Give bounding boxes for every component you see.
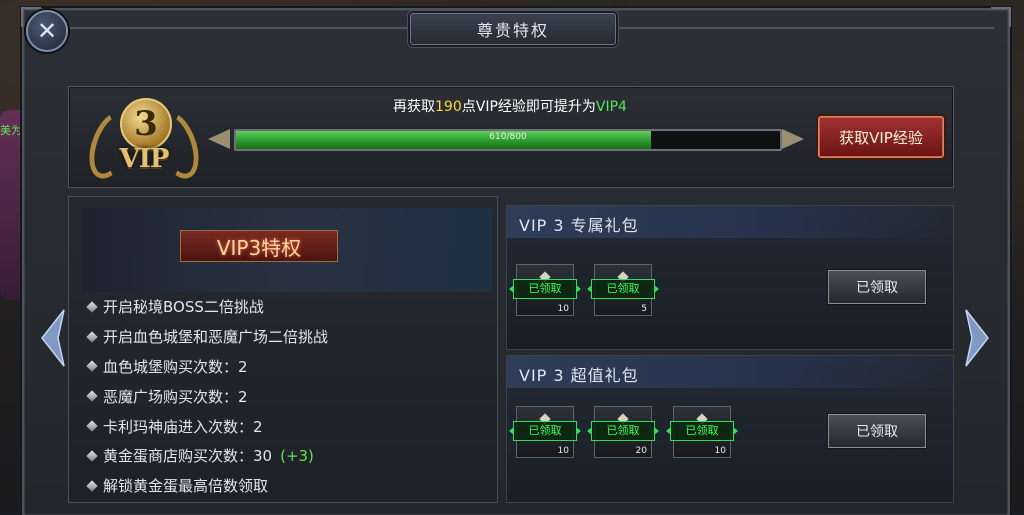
item-claimed-tag: 已领取 <box>587 421 659 441</box>
panel-corner-ornament <box>991 7 1011 27</box>
privilege-item: 恶魔广场购买次数：2 <box>86 381 488 411</box>
vip-badge-word: VIP <box>119 144 170 174</box>
title-divider-left <box>70 27 410 29</box>
diamond-bullet-icon <box>86 301 98 313</box>
privilege-item: 血色城堡购买次数：2 <box>86 352 488 382</box>
privilege-text: 解锁黄金蛋最高倍数领取 <box>103 477 269 496</box>
item-count: 20 <box>635 446 647 456</box>
gift-item-slot[interactable]: 已领取 10 <box>509 406 581 458</box>
item-count: 10 <box>557 304 569 314</box>
title-divider-right <box>614 27 994 29</box>
privilege-text: 黄金蛋商店购买次数：30 <box>103 447 273 466</box>
progress-arrow-right-icon <box>778 126 804 152</box>
diamond-bullet-icon <box>86 331 98 343</box>
vip-level-number: 3 <box>120 98 172 150</box>
progress-track: 610/800 <box>234 129 782 151</box>
privilege-item: 黄金蛋商店购买次数：30 (+3) <box>86 441 488 471</box>
value-gift-claimed-button[interactable]: 已领取 <box>828 414 926 448</box>
item-count: 5 <box>641 304 647 314</box>
chevron-left-icon <box>41 309 65 367</box>
upgrade-middle: 点VIP经验即可提升为 <box>461 99 596 115</box>
get-vip-exp-button[interactable]: 获取VIP经验 <box>818 116 944 158</box>
item-claimed-tag: 已领取 <box>509 279 581 299</box>
privileges-list: 开启秘境BOSS二倍挑战开启血色城堡和恶魔广场二倍挑战 血色城堡购买次数：2 恶魔广… <box>86 292 488 501</box>
diamond-bullet-icon <box>86 420 98 432</box>
item-count: 10 <box>714 446 726 456</box>
progress-arrow-left-icon <box>208 126 234 152</box>
exclusive-gift-claimed-button[interactable]: 已领取 <box>828 270 926 304</box>
privilege-text: 血色城堡购买次数：2 <box>103 357 248 376</box>
privilege-text: 卡利玛神庙进入次数：2 <box>103 417 263 436</box>
next-page-button[interactable] <box>962 308 992 368</box>
item-claimed-tag: 已领取 <box>587 279 659 299</box>
gift-item-slot[interactable]: 已领取 10 <box>509 264 581 316</box>
diamond-bullet-icon <box>86 390 98 402</box>
upgrade-next-level: VIP4 <box>595 99 627 115</box>
diamond-bullet-icon <box>86 360 98 373</box>
gift-title: VIP 3 超值礼包 <box>519 366 639 385</box>
gift-title: VIP 3 专属礼包 <box>519 216 639 235</box>
prev-page-button[interactable] <box>38 308 68 368</box>
vip-level-badge: 3 VIP <box>81 96 207 185</box>
item-claimed-tag: 已领取 <box>666 421 738 441</box>
privilege-item: 卡利玛神庙进入次数：2 <box>86 411 488 441</box>
privilege-text: 开启秘境BOSS二倍挑战 <box>103 298 264 317</box>
item-count: 10 <box>557 446 569 456</box>
background-player-name: 美为 <box>0 124 22 137</box>
upgrade-hint: 再获取190点VIP经验即可提升为VIP4 <box>360 96 660 116</box>
privilege-item: 开启秘境BOSS二倍挑战 <box>86 292 488 322</box>
chevron-right-icon <box>965 309 989 367</box>
window-title: 尊贵特权 <box>410 13 616 45</box>
progress-label: 610/800 <box>489 132 527 142</box>
upgrade-points: 190 <box>435 99 462 115</box>
upgrade-prefix: 再获取 <box>393 99 436 115</box>
vip-progress-bar: 610/800 <box>208 124 804 154</box>
diamond-bullet-icon <box>86 450 98 462</box>
item-claimed-tag: 已领取 <box>509 421 581 441</box>
close-button[interactable]: ✕ <box>26 10 68 52</box>
gift-item-slot[interactable]: 已领取 5 <box>587 264 659 316</box>
gift-item-slot[interactable]: 已领取 10 <box>666 406 738 458</box>
privilege-item: 开启血色城堡和恶魔广场二倍挑战 <box>86 322 488 352</box>
diamond-bullet-icon <box>86 480 98 492</box>
close-icon: ✕ <box>36 17 58 45</box>
privilege-bonus: (+3) <box>280 446 314 465</box>
privilege-text: 开启血色城堡和恶魔广场二倍挑战 <box>103 328 329 347</box>
gift-item-slot[interactable]: 已领取 20 <box>587 406 659 458</box>
privileges-title: VIP3特权 <box>180 230 338 262</box>
privilege-text: 恶魔广场购买次数：2 <box>103 387 248 406</box>
privilege-item: 解锁黄金蛋最高倍数领取 <box>86 471 488 501</box>
